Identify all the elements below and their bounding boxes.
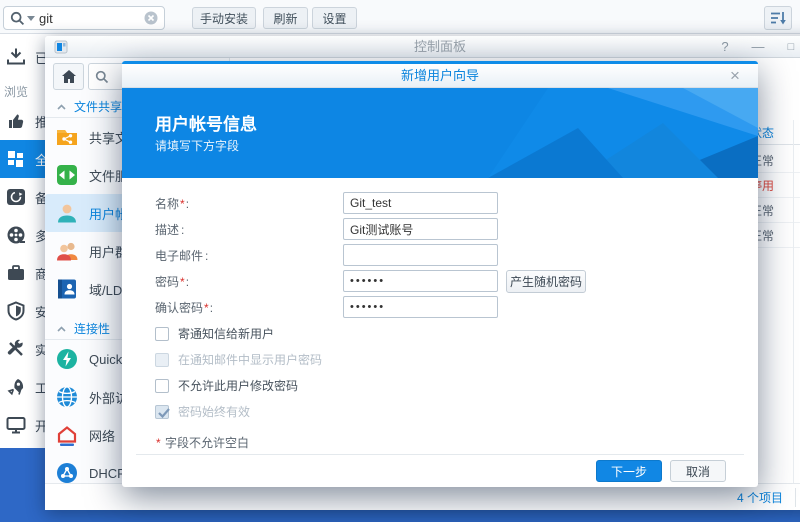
rocket-icon <box>6 377 26 397</box>
search-icon <box>95 70 109 84</box>
description-field[interactable] <box>343 218 498 240</box>
required-fields-note: * 字段不允许空白 <box>155 434 758 451</box>
footer-divider <box>136 454 744 455</box>
email-field[interactable] <box>343 244 498 266</box>
generate-random-password-button[interactable]: 产生随机密码 <box>506 270 586 293</box>
control-panel-statusbar: 4 个项目 <box>45 483 800 510</box>
sort-button[interactable] <box>764 6 792 30</box>
field-label: 名称*: <box>155 195 343 212</box>
dialog-footer: 下一步 取消 <box>122 454 758 487</box>
network-house-icon <box>55 423 79 447</box>
field-row-email: 电子邮件: <box>155 242 758 268</box>
package-center-toolbar: 手动安装 刷新 设置 <box>0 0 800 34</box>
search-icon <box>10 11 25 26</box>
password-field[interactable] <box>343 270 498 292</box>
dhcp-server-icon <box>55 461 79 485</box>
section-label: 连接性 <box>74 320 110 337</box>
cancel-button[interactable]: 取消 <box>670 460 726 482</box>
checkbox-label: 不允许此用户修改密码 <box>178 377 298 394</box>
field-label: 描述: <box>155 221 343 238</box>
checkbox-row-show-password-in-mail: 在通知邮件中显示用户密码 <box>155 347 758 372</box>
search-scope-caret-icon[interactable] <box>27 15 35 21</box>
refresh-button[interactable]: 刷新 <box>263 7 308 29</box>
next-button[interactable]: 下一步 <box>596 460 662 482</box>
sidebar-item-label: 网络 <box>89 426 115 445</box>
confirm-password-field[interactable] <box>343 296 498 318</box>
sort-icon <box>770 11 787 26</box>
domain-book-icon <box>55 277 79 301</box>
backup-icon <box>6 187 26 207</box>
field-row-password: 密码*: 产生随机密码 <box>155 268 758 294</box>
briefcase-icon <box>6 263 26 283</box>
statusbar-divider <box>795 488 796 507</box>
dialog-header-subtitle: 请填写下方字段 <box>155 137 239 154</box>
new-user-wizard-dialog: 新增用户向导 × 用户帐号信息 请填写下方字段 名称*: 描述: 电子邮件: 密… <box>122 61 758 487</box>
settings-button[interactable]: 设置 <box>312 7 357 29</box>
users-group-icon <box>55 239 79 263</box>
checkbox-row-disallow-password-change: 不允许此用户修改密码 <box>155 373 758 398</box>
chevron-up-icon <box>57 104 66 110</box>
minimize-button[interactable]: — <box>746 38 770 56</box>
dialog-banner: 用户帐号信息 请填写下方字段 <box>122 88 758 178</box>
maximize-button[interactable]: □ <box>779 38 800 56</box>
manual-install-button[interactable]: 手动安装 <box>192 7 256 29</box>
column-divider <box>793 120 794 496</box>
home-icon <box>61 69 77 84</box>
checkbox-label: 在通知邮件中显示用户密码 <box>178 351 322 368</box>
send-notification-checkbox[interactable] <box>155 327 169 341</box>
search-box[interactable] <box>3 6 165 30</box>
field-row-confirm-password: 确认密码*: <box>155 294 758 320</box>
disallow-password-change-checkbox[interactable] <box>155 379 169 393</box>
download-tray-icon <box>6 47 26 67</box>
grid-icon <box>6 149 26 169</box>
field-row-description: 描述: <box>155 216 758 242</box>
field-row-name: 名称*: <box>155 190 758 216</box>
banner-facet-pattern <box>428 88 758 178</box>
dialog-titlebar[interactable]: 新增用户向导 × <box>122 61 758 88</box>
help-button[interactable]: ? <box>713 38 737 56</box>
quickconnect-icon <box>55 347 79 371</box>
items-count: 4 个项目 <box>737 489 783 506</box>
close-icon[interactable]: × <box>724 65 746 87</box>
section-label: 文件共享 <box>74 98 122 115</box>
home-button[interactable] <box>53 63 84 90</box>
globe-icon <box>55 385 79 409</box>
search-input[interactable] <box>39 11 144 26</box>
shared-folder-icon <box>55 125 79 149</box>
control-panel-app-icon <box>54 40 68 54</box>
thumbs-up-icon <box>6 111 26 131</box>
field-label: 电子邮件: <box>155 247 343 264</box>
dialog-header-title: 用户帐号信息 <box>155 110 257 135</box>
tools-icon <box>6 339 26 359</box>
checkbox-label: 寄通知信给新用户 <box>178 325 274 342</box>
user-icon <box>55 201 79 225</box>
dialog-title: 新增用户向导 <box>122 64 758 88</box>
clear-search-icon[interactable] <box>144 11 158 25</box>
check-icon <box>156 405 172 421</box>
chevron-up-icon <box>57 326 66 332</box>
name-field[interactable] <box>343 192 498 214</box>
checkbox-row-send-notification: 寄通知信给新用户 <box>155 321 758 346</box>
field-label: 密码*: <box>155 273 343 290</box>
checkbox-row-password-never-expires: 密码始终有效 <box>155 399 758 424</box>
film-reel-icon <box>6 225 26 245</box>
password-never-expires-checkbox <box>155 405 169 419</box>
dialog-body: 名称*: 描述: 电子邮件: 密码*: 产生随机密码 确认密码*: 寄通知信给新… <box>122 178 758 451</box>
window-title: 控制面板 <box>45 36 800 58</box>
shield-icon <box>6 301 26 321</box>
file-service-icon <box>55 163 79 187</box>
control-panel-titlebar[interactable]: 控制面板 ? — □ <box>45 36 800 58</box>
checkbox-label: 密码始终有效 <box>178 403 250 420</box>
monitor-icon <box>6 415 26 435</box>
show-password-in-mail-checkbox <box>155 353 169 367</box>
field-label: 确认密码*: <box>155 299 343 316</box>
